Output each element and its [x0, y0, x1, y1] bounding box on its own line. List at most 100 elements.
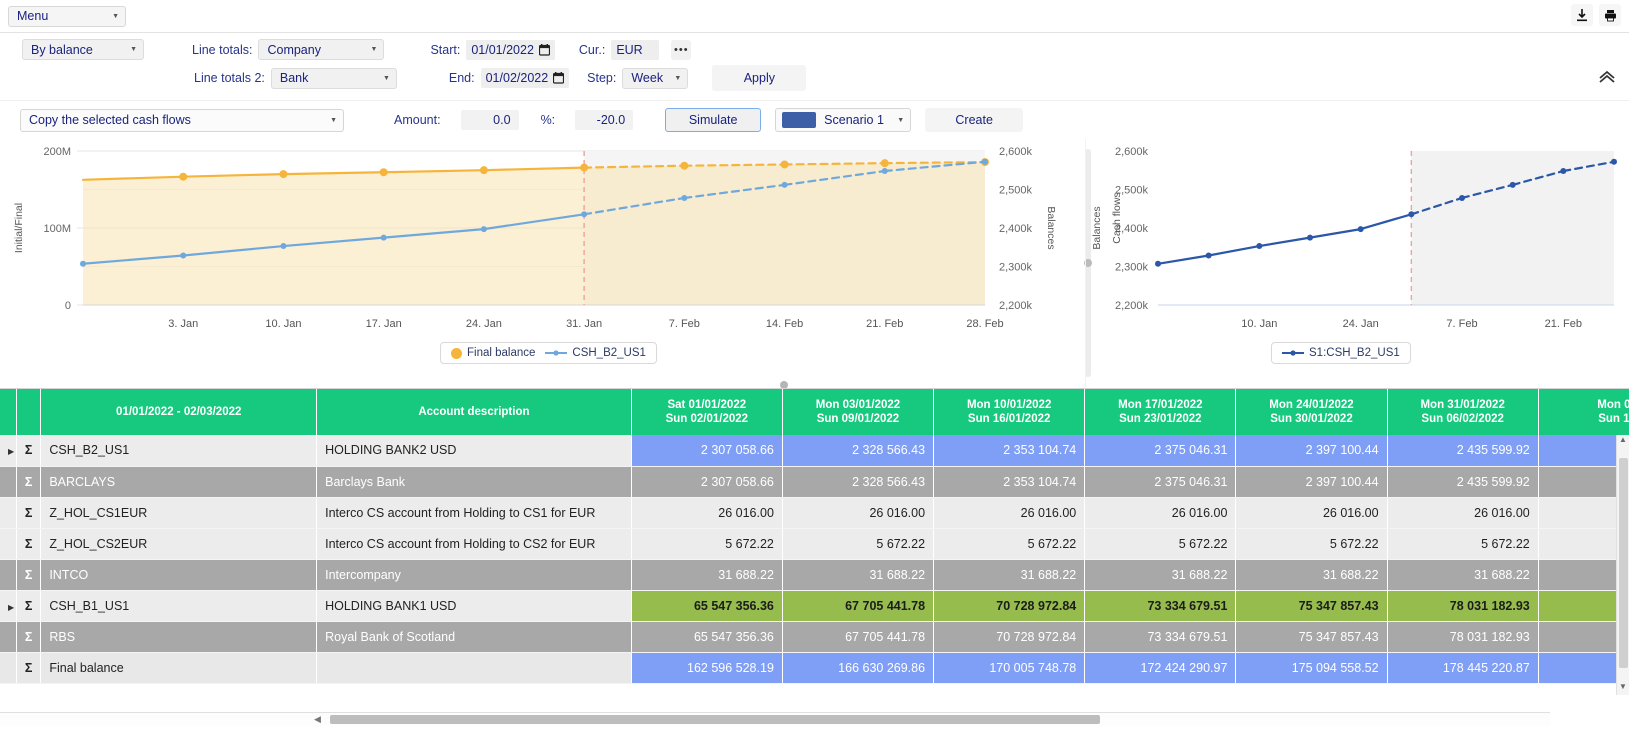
apply-button[interactable]: Apply — [712, 65, 807, 91]
row-expand-toggle[interactable] — [0, 466, 17, 498]
y-axis-tick: 2,600k — [1115, 146, 1149, 158]
print-icon[interactable] — [1599, 4, 1621, 26]
th-date-1[interactable]: Mon 03/01/2022 Sun 09/01/2022 — [782, 389, 935, 435]
row-value: 65 547 356.36 — [631, 621, 783, 653]
table-row[interactable]: ▶ Σ CSH_B2_US1 HOLDING BANK2 USD 2 307 058.6… — [0, 435, 1629, 467]
simulate-button[interactable]: Simulate — [665, 108, 762, 132]
row-sigma-icon[interactable]: Σ — [16, 528, 42, 560]
amount-input[interactable]: 0.0 — [460, 110, 519, 130]
row-value: 31 688.22 — [631, 559, 783, 591]
row-sigma-icon[interactable]: Σ — [16, 559, 42, 591]
line-totals-dropdown[interactable]: Company ▼ — [258, 39, 385, 60]
x-axis-tick: 10. Jan — [265, 318, 301, 330]
table-row[interactable]: Σ BARCLAYS Barclays Bank 2 307 058.66 2 328 … — [0, 466, 1629, 498]
y2-axis-tick: 2,200k — [999, 300, 1033, 312]
row-value: 2 435 599.92 — [1387, 435, 1539, 467]
row-description: HOLDING BANK2 USD — [316, 435, 632, 467]
create-button[interactable]: Create — [925, 108, 1024, 132]
vertical-scroll-thumb[interactable] — [1618, 458, 1628, 668]
start-date-input[interactable]: 01/01/2022 — [466, 39, 555, 60]
charts-area: 0 100M 200M 2,200k 2,300k 2,400k 2,500k 2,600k 3… — [0, 139, 1629, 387]
legend-item[interactable]: CSH_B2_US1 — [545, 347, 646, 359]
row-sigma-icon[interactable]: Σ — [16, 497, 42, 529]
row-value: 75 347 857.43 — [1235, 590, 1388, 622]
download-icon[interactable] — [1571, 4, 1593, 26]
y-axis-title: Initial/Final — [13, 203, 25, 253]
line-totals2-dropdown[interactable]: Bank ▼ — [270, 67, 397, 89]
chevron-right-icon[interactable]: ▶ — [8, 603, 14, 612]
row-sigma-icon[interactable]: Σ — [16, 652, 42, 684]
table-row[interactable]: Σ RBS Royal Bank of Scotland 65 547 356.36 6… — [0, 621, 1629, 653]
scroll-up-arrow[interactable]: ▲ — [1617, 435, 1629, 444]
row-expand-toggle[interactable] — [0, 528, 17, 560]
y-axis-tick: 0 — [65, 300, 71, 312]
horizontal-scrollbar[interactable]: ◀ — [0, 712, 1550, 726]
y-axis-tick: 2,200k — [1115, 300, 1149, 312]
currency-more-button[interactable]: ••• — [671, 39, 692, 60]
main-chart-legend[interactable]: Final balance CSH_B2_US1 — [440, 342, 657, 364]
percent-input[interactable]: -20.0 — [575, 110, 634, 130]
th-description[interactable]: Account description — [316, 389, 632, 435]
row-expand-toggle[interactable] — [0, 621, 17, 653]
th-date-3[interactable]: Mon 17/01/2022 Sun 23/01/2022 — [1084, 389, 1237, 435]
row-sigma-icon[interactable]: Σ — [16, 621, 42, 653]
th-period[interactable]: 01/01/2022 - 02/03/2022 — [40, 389, 318, 435]
horizontal-scroll-thumb[interactable] — [330, 715, 1100, 724]
main-chart[interactable]: 0 100M 200M 2,200k 2,300k 2,400k 2,500k 2,600k 3… — [0, 139, 1085, 387]
row-value: 26 016.00 — [1387, 497, 1539, 529]
currency-input[interactable]: EUR — [611, 39, 660, 60]
row-description — [316, 652, 632, 684]
data-grid: 01/01/2022 - 02/03/2022 Account descripti… — [0, 388, 1629, 738]
row-expand-toggle[interactable]: ▶ — [0, 435, 17, 467]
row-value: 5 672.22 — [782, 528, 935, 560]
x-axis-tick: 3. Jan — [168, 318, 198, 330]
scenario-chart-legend[interactable]: S1:CSH_B2_US1 — [1271, 342, 1411, 364]
legend-item[interactable]: Final balance — [451, 347, 535, 359]
row-value: 5 672.22 — [631, 528, 783, 560]
chevron-right-icon[interactable]: ▶ — [8, 447, 14, 456]
table-row[interactable]: Σ Z_HOL_CS1EUR Interco CS account from Hol… — [0, 497, 1629, 529]
table-row[interactable]: Σ Z_HOL_CS2EUR Interco CS account from Hol… — [0, 528, 1629, 560]
vertical-scrollbar[interactable]: ▲ ▼ — [1616, 435, 1629, 695]
scroll-left-arrow[interactable]: ◀ — [314, 714, 321, 725]
end-date-input[interactable]: 01/02/2022 — [480, 68, 570, 88]
view-mode-value: By balance — [31, 42, 93, 57]
table-row[interactable]: Σ Final balance 162 596 528.19 166 630 269.… — [0, 652, 1629, 684]
start-label: Start: — [430, 42, 461, 57]
y-axis-title: Balances — [1091, 206, 1103, 249]
row-value: 70 728 972.84 — [933, 590, 1086, 622]
row-code: INTCO — [40, 559, 318, 591]
row-sigma-icon[interactable]: Σ — [16, 435, 42, 467]
scenario-chart[interactable]: 2,200k 2,300k 2,400k 2,500k 2,600k 10. Jan 24.… — [1085, 139, 1629, 387]
menu-dropdown[interactable]: Menu ▼ — [8, 5, 126, 27]
view-mode-dropdown[interactable]: By balance ▼ — [22, 39, 144, 60]
th-date-0[interactable]: Sat 01/01/2022 Sun 02/01/2022 — [631, 389, 783, 435]
scenario-dropdown[interactable]: Scenario 1 ▼ — [775, 108, 912, 132]
start-date-value: 01/01/2022 — [471, 42, 534, 57]
row-expand-toggle[interactable]: ▶ — [0, 590, 17, 622]
row-expand-toggle[interactable] — [0, 497, 17, 529]
th-date-4[interactable]: Mon 24/01/2022 Sun 30/01/2022 — [1235, 389, 1388, 435]
table-row[interactable]: ▶ Σ CSH_B1_US1 HOLDING BANK1 USD 65 547 356.… — [0, 590, 1629, 622]
th-date-6[interactable]: Mon 0 Sun 1 — [1538, 389, 1629, 435]
scroll-down-arrow[interactable]: ▼ — [1617, 682, 1629, 691]
row-value: 2 375 046.31 — [1084, 466, 1237, 498]
row-description: Interco CS account from Holding to CS1 f… — [316, 497, 632, 529]
x-axis-tick: 28. Feb — [966, 318, 1003, 330]
row-description: Barclays Bank — [316, 466, 632, 498]
step-dropdown[interactable]: Week ▼ — [622, 67, 689, 89]
row-sigma-icon[interactable]: Σ — [16, 590, 42, 622]
menu-bar: Menu ▼ — [0, 0, 1629, 33]
th-date-5[interactable]: Mon 31/01/2022 Sun 06/02/2022 — [1387, 389, 1539, 435]
operation-dropdown[interactable]: Copy the selected cash flows ▼ — [20, 108, 344, 132]
line-totals-value: Company — [267, 42, 321, 57]
chevron-up-icon[interactable] — [1597, 67, 1617, 90]
row-value: 67 705 441.78 — [782, 590, 935, 622]
row-expand-toggle[interactable] — [0, 559, 17, 591]
row-sigma-icon[interactable]: Σ — [16, 466, 42, 498]
legend-item[interactable]: S1:CSH_B2_US1 — [1282, 347, 1400, 359]
row-expand-toggle[interactable] — [0, 652, 17, 684]
table-row[interactable]: Σ INTCO Intercompany 31 688.22 31 688.22 31 6… — [0, 559, 1629, 591]
th-date-2[interactable]: Mon 10/01/2022 Sun 16/01/2022 — [933, 389, 1086, 435]
row-value: 2 397 100.44 — [1235, 466, 1388, 498]
